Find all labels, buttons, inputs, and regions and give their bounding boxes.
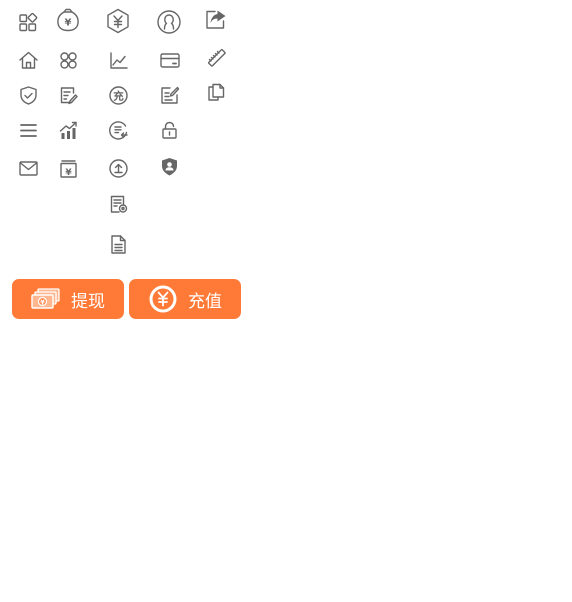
yen-glyph: ¥ <box>65 168 72 178</box>
bar-chart-trend-icon[interactable] <box>58 120 79 141</box>
mail-icon[interactable] <box>18 158 39 179</box>
user-circle-icon[interactable] <box>156 9 182 35</box>
edit-square-icon[interactable] <box>159 85 180 106</box>
ruler-icon[interactable] <box>206 47 227 68</box>
recharge-label: 充值 <box>188 291 222 312</box>
archive-yen-icon[interactable]: ¥ <box>58 158 79 179</box>
yen-coin-icon <box>148 284 178 314</box>
security-shield-icon[interactable] <box>159 156 180 177</box>
shield-check-icon[interactable] <box>18 85 39 106</box>
document-settings-icon[interactable] <box>108 194 129 215</box>
recharge-glyph: 充 <box>113 90 124 103</box>
yen-glyph: ¥ <box>65 18 72 29</box>
share-export-icon[interactable] <box>204 8 228 32</box>
unlock-icon[interactable] <box>159 120 180 141</box>
withdraw-label: 提现 <box>71 291 105 312</box>
four-circles-icon[interactable] <box>58 50 79 71</box>
hexagon-yen-icon[interactable] <box>105 8 131 34</box>
document-icon[interactable] <box>108 234 129 255</box>
apps-grid-icon[interactable] <box>18 12 39 33</box>
withdraw-button[interactable]: ¥ 提现 <box>12 279 124 319</box>
home-icon[interactable] <box>18 50 39 71</box>
menu-list-icon[interactable] <box>18 120 39 141</box>
cash-stack-icon: ¥ <box>31 287 61 311</box>
upload-circle-icon[interactable] <box>108 158 129 179</box>
money-bag-icon[interactable]: ¥ <box>55 7 81 33</box>
edit-note-icon[interactable] <box>58 85 79 106</box>
recharge-circle-icon[interactable]: 充 <box>108 85 129 106</box>
recharge-button[interactable]: 充值 <box>129 279 241 319</box>
refund-circle-icon[interactable] <box>108 120 129 141</box>
line-chart-icon[interactable] <box>108 50 129 71</box>
copy-files-icon[interactable] <box>206 82 227 103</box>
credit-card-icon[interactable] <box>159 50 181 71</box>
yen-glyph: ¥ <box>40 299 45 307</box>
